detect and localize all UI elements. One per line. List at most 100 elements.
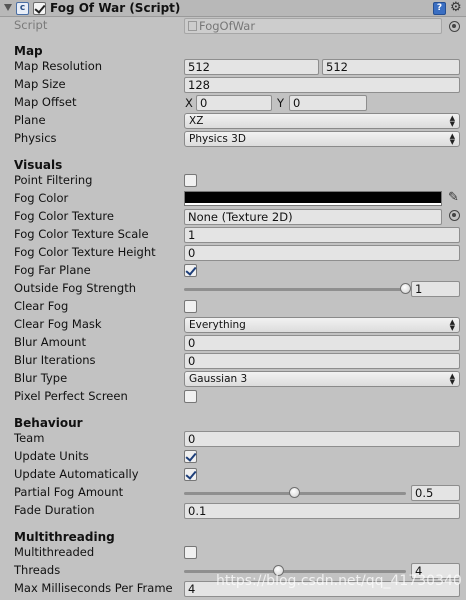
clear-fog-mask-label: Clear Fog Mask: [14, 317, 102, 331]
chevron-down-icon[interactable]: [4, 4, 12, 11]
row-fog-color-texture-height: Fog Color Texture Height 0: [0, 244, 466, 262]
row-fog-color-texture: Fog Color Texture None (Texture 2D): [0, 208, 466, 226]
section-map: Map: [14, 44, 43, 58]
eyedropper-icon[interactable]: ✎: [448, 190, 459, 205]
pixel-perfect-checkbox[interactable]: [184, 390, 197, 403]
map-offset-y-input[interactable]: 0: [289, 95, 367, 111]
object-picker-icon[interactable]: [449, 21, 460, 32]
row-map-resolution: Map Resolution 512 512: [0, 58, 466, 76]
outside-fog-strength-input[interactable]: 1: [411, 281, 460, 297]
row-blur-type: Blur Type Gaussian 3 ▲ ▼: [0, 370, 466, 388]
gear-icon[interactable]: ⚙: [450, 0, 462, 15]
partial-fog-amount-slider-handle[interactable]: [289, 487, 300, 498]
fog-color-fill: [185, 192, 441, 203]
blur-type-value: Gaussian 3: [189, 373, 248, 385]
row-partial-fog-amount: Partial Fog Amount 0.5: [0, 484, 466, 502]
fog-far-plane-label: Fog Far Plane: [14, 263, 91, 277]
map-resolution-x-input[interactable]: 512: [184, 59, 319, 75]
blur-type-label: Blur Type: [14, 371, 68, 385]
plane-value: XZ: [189, 115, 204, 127]
row-team: Team 0: [0, 430, 466, 448]
section-multithreading: Multithreading: [14, 530, 115, 544]
row-blur-iterations: Blur Iterations 0: [0, 352, 466, 370]
component-header: c Fog Of War (Script) ? ⚙: [0, 0, 466, 17]
dropdown-arrows-icon: ▲ ▼: [449, 372, 455, 386]
threads-label: Threads: [14, 563, 61, 577]
max-milliseconds-label: Max Milliseconds Per Frame: [14, 581, 173, 595]
component-enabled-checkbox[interactable]: [33, 2, 46, 15]
fog-color-texture-label: Fog Color Texture: [14, 209, 114, 223]
partial-fog-amount-input[interactable]: 0.5: [411, 485, 460, 501]
row-fog-color-texture-scale: Fog Color Texture Scale 1: [0, 226, 466, 244]
clear-fog-checkbox[interactable]: [184, 300, 197, 313]
fog-color-texture-scale-label: Fog Color Texture Scale: [14, 227, 149, 241]
row-fog-color: Fog Color ✎: [0, 190, 466, 208]
map-offset-label: Map Offset: [14, 95, 77, 109]
script-file-icon: [188, 21, 197, 31]
blur-amount-label: Blur Amount: [14, 335, 86, 349]
row-plane: Plane XZ ▲ ▼: [0, 112, 466, 130]
fade-duration-label: Fade Duration: [14, 503, 95, 517]
section-behaviour: Behaviour: [14, 416, 83, 430]
team-label: Team: [14, 431, 45, 445]
partial-fog-amount-label: Partial Fog Amount: [14, 485, 124, 499]
script-icon: c: [16, 2, 29, 15]
row-update-automatically: Update Automatically: [0, 466, 466, 484]
update-units-checkbox[interactable]: [184, 450, 197, 463]
script-row: Script FogOfWar: [0, 17, 466, 35]
clear-fog-mask-dropdown[interactable]: Everything ▲ ▼: [184, 317, 460, 333]
dropdown-arrows-icon: ▲ ▼: [449, 114, 455, 128]
physics-dropdown[interactable]: Physics 3D ▲ ▼: [184, 131, 460, 147]
fog-color-texture-scale-input[interactable]: 1: [184, 227, 460, 243]
fog-color-texture-field[interactable]: None (Texture 2D): [184, 209, 442, 225]
point-filtering-label: Point Filtering: [14, 173, 93, 187]
outside-fog-strength-slider[interactable]: [184, 288, 406, 291]
offset-y-axis-label: Y: [277, 96, 285, 110]
blur-amount-input[interactable]: 0: [184, 335, 460, 351]
row-map-size: Map Size 128: [0, 76, 466, 94]
blur-iterations-input[interactable]: 0: [184, 353, 460, 369]
plane-dropdown[interactable]: XZ ▲ ▼: [184, 113, 460, 129]
row-fade-duration: Fade Duration 0.1: [0, 502, 466, 520]
clear-fog-label: Clear Fog: [14, 299, 69, 313]
fog-color-label: Fog Color: [14, 191, 69, 205]
pixel-perfect-label: Pixel Perfect Screen: [14, 389, 128, 403]
fog-color-swatch[interactable]: [184, 191, 442, 206]
map-resolution-label: Map Resolution: [14, 59, 103, 73]
multithreaded-checkbox[interactable]: [184, 546, 197, 559]
update-automatically-checkbox[interactable]: [184, 468, 197, 481]
map-resolution-y-input[interactable]: 512: [322, 59, 460, 75]
dropdown-arrows-icon: ▲ ▼: [449, 318, 455, 332]
row-pixel-perfect: Pixel Perfect Screen: [0, 388, 466, 406]
row-point-filtering: Point Filtering: [0, 172, 466, 190]
row-blur-amount: Blur Amount 0: [0, 334, 466, 352]
script-label: Script: [14, 18, 48, 32]
point-filtering-checkbox[interactable]: [184, 174, 197, 187]
map-size-label: Map Size: [14, 77, 66, 91]
script-value: FogOfWar: [199, 19, 256, 33]
help-icon[interactable]: ?: [433, 2, 446, 15]
team-input[interactable]: 0: [184, 431, 460, 447]
row-multithreaded: Multithreaded: [0, 544, 466, 562]
blur-type-dropdown[interactable]: Gaussian 3 ▲ ▼: [184, 371, 460, 387]
fog-far-plane-checkbox[interactable]: [184, 264, 197, 277]
object-picker-icon[interactable]: [449, 210, 460, 221]
section-visuals: Visuals: [14, 158, 63, 172]
map-offset-x-input[interactable]: 0: [196, 95, 272, 111]
physics-label: Physics: [14, 131, 57, 145]
multithreaded-label: Multithreaded: [14, 545, 95, 559]
watermark-text: https://blog.csdn.net/qq_41730340: [216, 573, 462, 589]
plane-label: Plane: [14, 113, 46, 127]
map-size-input[interactable]: 128: [184, 77, 460, 93]
component-title: Fog Of War (Script): [50, 1, 181, 15]
row-clear-fog-mask: Clear Fog Mask Everything ▲ ▼: [0, 316, 466, 334]
blur-iterations-label: Blur Iterations: [14, 353, 96, 367]
fog-color-texture-height-label: Fog Color Texture Height: [14, 245, 156, 259]
fog-color-texture-height-input[interactable]: 0: [184, 245, 460, 261]
outside-fog-strength-slider-handle[interactable]: [400, 283, 411, 294]
row-update-units: Update Units: [0, 448, 466, 466]
script-field: FogOfWar: [184, 18, 442, 34]
fade-duration-input[interactable]: 0.1: [184, 503, 460, 519]
dropdown-arrows-icon: ▲ ▼: [449, 132, 455, 146]
row-map-offset: Map Offset X 0 Y 0: [0, 94, 466, 112]
